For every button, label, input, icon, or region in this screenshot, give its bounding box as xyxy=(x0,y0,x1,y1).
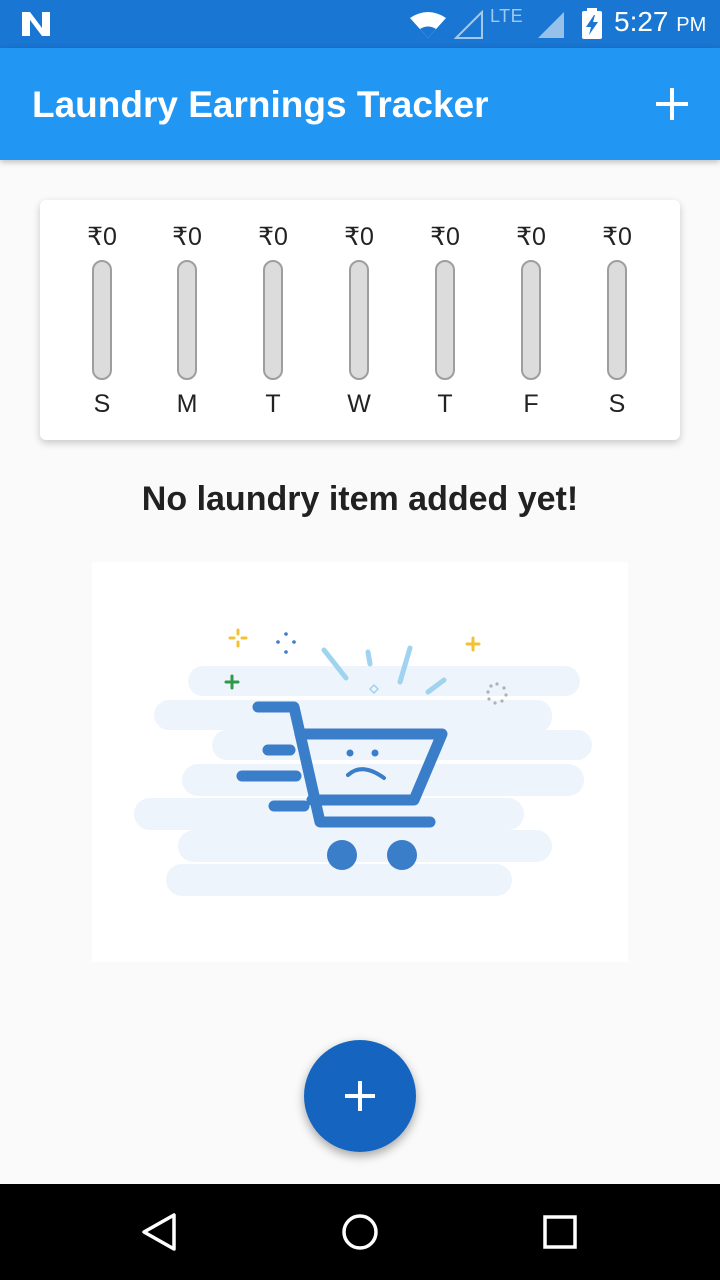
day-column-monday: ₹0 M xyxy=(152,200,222,440)
back-icon xyxy=(142,1213,176,1251)
nav-back-button[interactable] xyxy=(136,1208,184,1256)
clock-time: 5:27 xyxy=(614,6,669,37)
weekly-earnings-card: ₹0 S ₹0 M ₹0 T ₹0 W ₹0 T ₹0 F ₹0 S xyxy=(40,200,680,440)
day-label: F xyxy=(523,390,539,418)
wifi-icon xyxy=(410,12,446,38)
day-column-tuesday: ₹0 T xyxy=(238,200,308,440)
signal-strength-icon xyxy=(538,12,564,38)
network-type-label: LTE xyxy=(490,6,524,26)
day-earnings-bar xyxy=(349,260,369,380)
add-laundry-fab[interactable] xyxy=(304,1040,416,1152)
android-n-icon xyxy=(22,12,50,36)
nav-home-button[interactable] xyxy=(336,1208,384,1256)
day-column-friday: ₹0 F xyxy=(496,200,566,440)
day-earnings-bar xyxy=(521,260,541,380)
day-earnings-bar xyxy=(607,260,627,380)
day-earnings-bar xyxy=(177,260,197,380)
day-amount: ₹0 xyxy=(172,223,202,251)
nav-recents-button[interactable] xyxy=(536,1208,584,1256)
day-amount: ₹0 xyxy=(602,223,632,251)
recents-icon xyxy=(543,1215,577,1249)
day-amount: ₹0 xyxy=(87,223,117,251)
empty-cart-illustration xyxy=(92,562,628,962)
day-label: S xyxy=(608,390,626,418)
day-column-wednesday: ₹0 W xyxy=(324,200,394,440)
day-label: T xyxy=(437,390,453,418)
day-column-sunday: ₹0 S xyxy=(67,200,137,440)
day-label: M xyxy=(176,390,198,418)
signal-icon xyxy=(454,10,483,39)
day-amount: ₹0 xyxy=(516,223,546,251)
day-label: T xyxy=(265,390,281,418)
sad-shopping-cart-icon xyxy=(134,628,592,896)
day-label: S xyxy=(93,390,111,418)
day-label: W xyxy=(347,390,371,418)
battery-charging-icon xyxy=(582,8,602,39)
day-column-thursday: ₹0 T xyxy=(410,200,480,440)
day-earnings-bar xyxy=(92,260,112,380)
system-nav-bar xyxy=(0,1184,720,1280)
status-bar: LTE 5:27 PM xyxy=(0,0,720,48)
day-column-saturday: ₹0 S xyxy=(582,200,652,440)
day-amount: ₹0 xyxy=(258,223,288,251)
day-earnings-bar xyxy=(435,260,455,380)
add-item-button[interactable] xyxy=(646,78,698,130)
plus-icon xyxy=(656,88,688,120)
app-bar: Laundry Earnings Tracker xyxy=(0,48,720,160)
day-amount: ₹0 xyxy=(344,223,374,251)
clock-ampm: PM xyxy=(676,14,707,36)
plus-icon xyxy=(345,1081,375,1111)
day-earnings-bar xyxy=(263,260,283,380)
status-clock: 5:27 PM xyxy=(614,6,706,38)
page-title: Laundry Earnings Tracker xyxy=(32,84,489,125)
empty-state-message: No laundry item added yet! xyxy=(141,480,579,518)
home-icon xyxy=(342,1214,378,1250)
day-amount: ₹0 xyxy=(430,223,460,251)
